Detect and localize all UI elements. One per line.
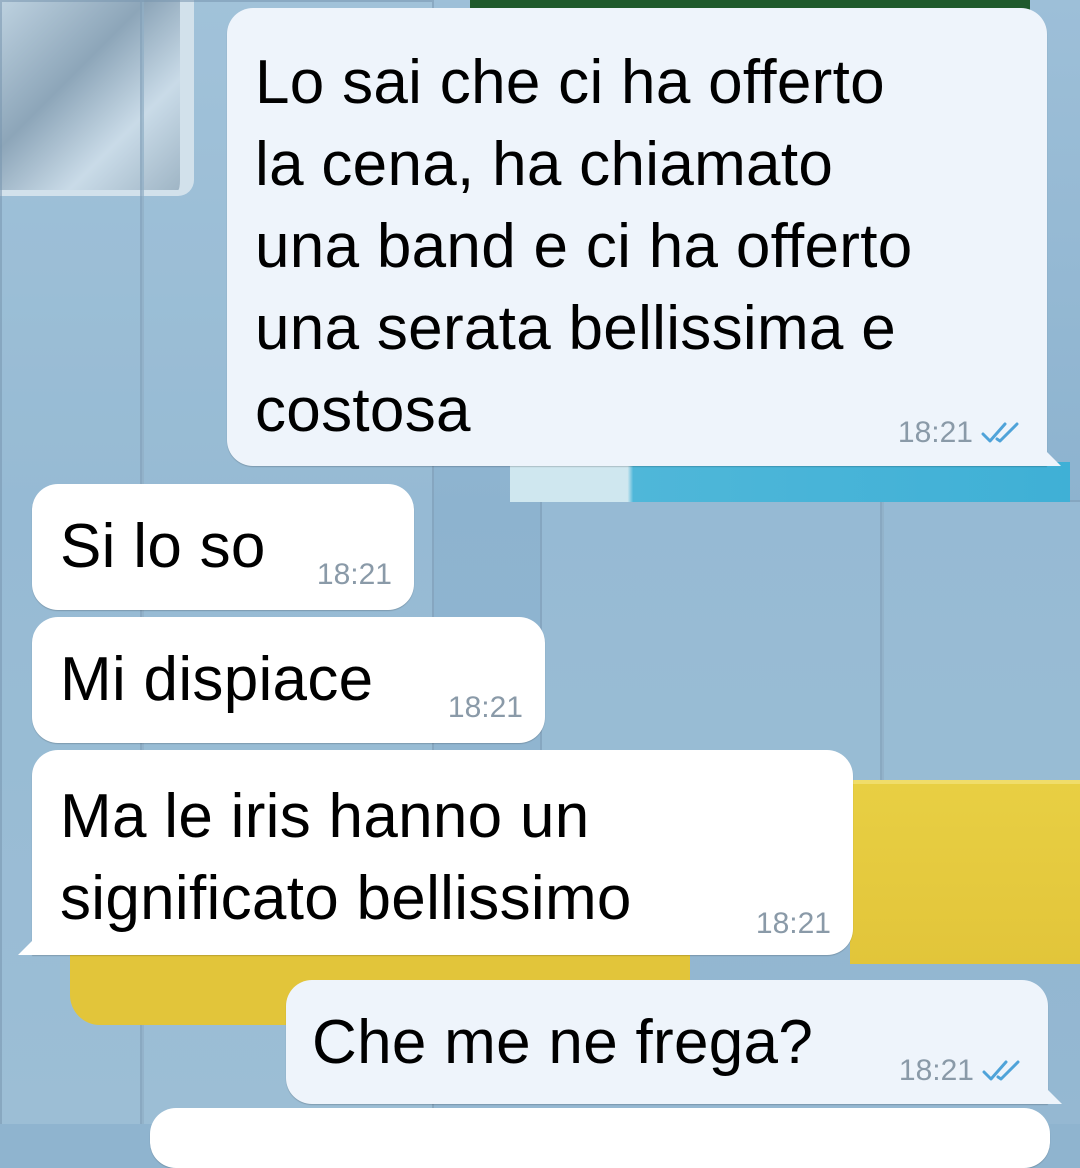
message-meta: 18:21 [448, 691, 523, 725]
double-check-read-icon [982, 1060, 1020, 1081]
message-bubble-outgoing[interactable]: Lo sai che ci ha offerto la cena, ha chi… [227, 8, 1061, 466]
message-text: Mi dispiace [60, 645, 374, 714]
message-text: Che me ne frega? [312, 1008, 814, 1077]
message-bubble-incoming[interactable]: Si lo so 18:21 [32, 484, 414, 610]
message-time: 18:21 [897, 416, 973, 449]
message-text: Si lo so [60, 512, 266, 581]
message-meta: 18:21 [899, 1054, 1026, 1088]
message-bubble-incoming[interactable]: Mi dispiace 18:21 [32, 617, 545, 743]
message-meta: 18:21 [317, 558, 392, 592]
message-text: Ma le iris hanno un significato bellissi… [60, 782, 632, 933]
double-check-read-icon [981, 422, 1019, 443]
message-meta: 18:21 [898, 416, 1025, 450]
message-time: 18:21 [755, 907, 831, 940]
message-time: 18:21 [447, 691, 523, 724]
message-bubble-outgoing[interactable]: Che me ne frega? 18:21 [286, 980, 1062, 1104]
message-meta: 18:21 [756, 907, 831, 941]
message-text: Lo sai che ci ha offerto la cena, ha chi… [255, 48, 913, 445]
message-bubble-incoming[interactable]: Ma le iris hanno un significato bellissi… [18, 750, 853, 955]
message-time: 18:21 [316, 558, 392, 591]
message-time: 18:21 [898, 1054, 974, 1087]
message-bubble-partial[interactable] [150, 1108, 1050, 1168]
wallpaper-panel [880, 500, 1080, 804]
wallpaper-sign [510, 462, 1070, 502]
wallpaper-yellow-shape [850, 780, 1080, 964]
